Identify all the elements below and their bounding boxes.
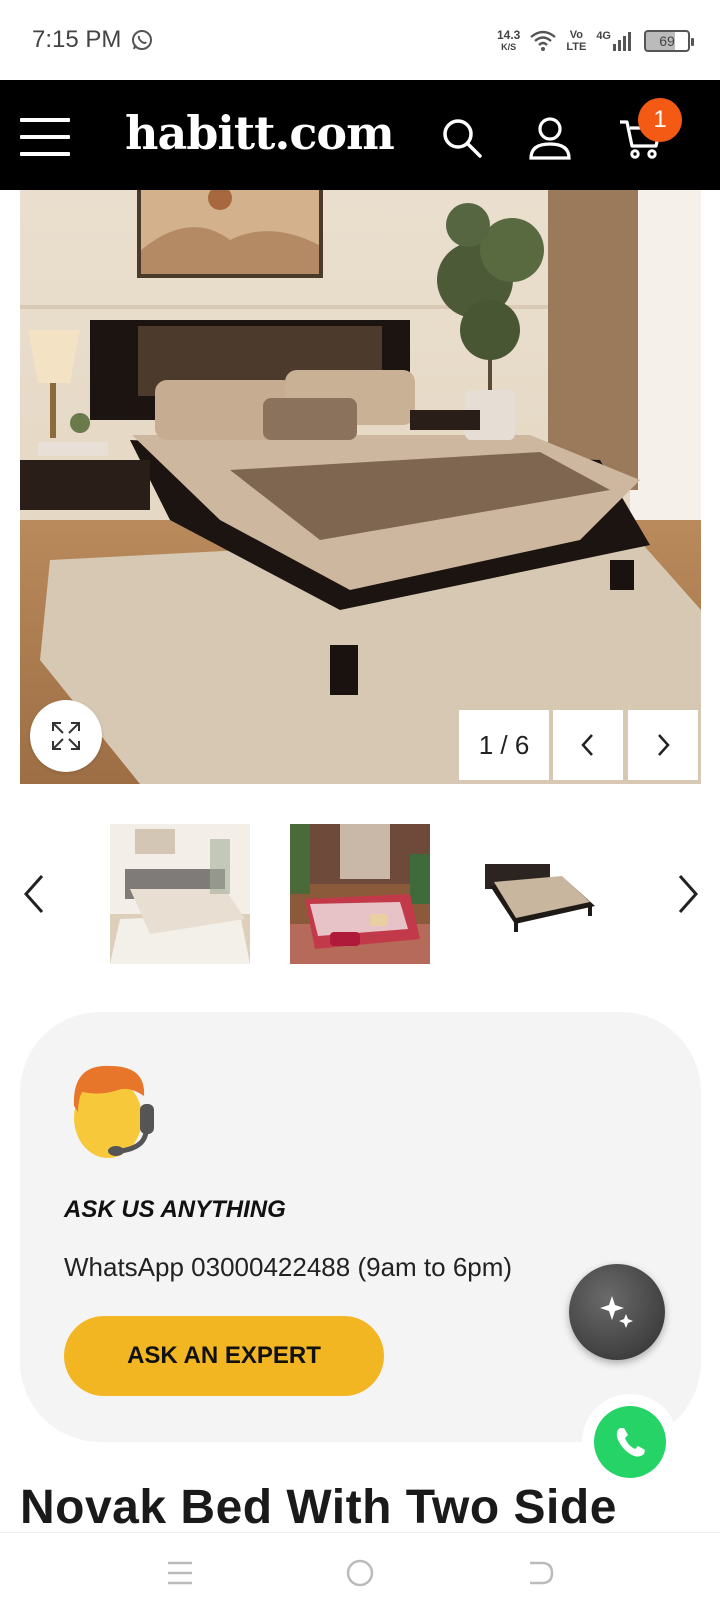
net-speed-unit: K/S bbox=[501, 42, 517, 52]
whatsapp-chat-button[interactable] bbox=[582, 1394, 678, 1490]
back-icon[interactable] bbox=[522, 1555, 558, 1591]
system-nav-bar bbox=[0, 1532, 720, 1612]
whatsapp-icon-circle bbox=[594, 1406, 666, 1478]
next-image-button[interactable] bbox=[628, 710, 698, 780]
battery-level: 69 bbox=[659, 33, 675, 49]
recent-apps-icon[interactable] bbox=[162, 1555, 198, 1591]
support-agent-icon bbox=[73, 1065, 154, 1158]
thumbnails-prev-button[interactable] bbox=[20, 872, 50, 916]
expand-image-button[interactable] bbox=[30, 700, 102, 772]
expand-icon bbox=[52, 722, 80, 750]
thumbnail-bed-frame bbox=[470, 824, 610, 964]
whatsapp-status-icon bbox=[132, 30, 152, 50]
thumbnail-bedroom-neutral bbox=[110, 824, 250, 964]
thumbnail-1[interactable] bbox=[110, 824, 250, 964]
user-icon[interactable] bbox=[528, 116, 572, 160]
menu-icon[interactable] bbox=[20, 118, 70, 156]
thumbnails-next-button[interactable] bbox=[672, 872, 702, 916]
wifi-icon bbox=[530, 30, 557, 51]
battery-icon: 69 bbox=[644, 30, 694, 52]
network-type: 4G bbox=[596, 30, 611, 42]
chevron-right-icon bbox=[658, 734, 670, 756]
status-bar: 7:15 PM 14.3 K/S Vo LTE 4G 69 bbox=[0, 0, 720, 80]
ask-card-title: ASK US ANYTHING bbox=[64, 1196, 286, 1223]
prev-image-button[interactable] bbox=[553, 710, 623, 780]
search-icon[interactable] bbox=[440, 116, 484, 160]
product-title: Novak Bed With Two Side bbox=[20, 1481, 617, 1534]
volte-top: Vo bbox=[569, 29, 583, 41]
signal-indicator: 4G bbox=[596, 30, 634, 52]
cart-count-badge: 1 bbox=[638, 98, 682, 142]
status-time: 7:15 PM bbox=[32, 26, 122, 53]
net-speed-value: 14.3 bbox=[496, 28, 521, 42]
thumbnail-bedroom-red bbox=[290, 824, 430, 964]
thumbnail-3[interactable] bbox=[470, 824, 610, 964]
whatsapp-contact-text[interactable]: WhatsApp 03000422488 (9am to 6pm) bbox=[64, 1252, 512, 1283]
site-header: habitt.com 1 bbox=[0, 80, 720, 190]
product-main-image[interactable] bbox=[20, 190, 701, 784]
home-icon[interactable] bbox=[342, 1555, 378, 1591]
signal-icon bbox=[613, 32, 631, 51]
chevron-left-icon bbox=[581, 734, 593, 756]
status-indicators: 14.3 K/S Vo LTE 4G 69 bbox=[497, 24, 694, 58]
ai-assistant-button[interactable] bbox=[569, 1264, 665, 1360]
site-logo[interactable]: habitt.com bbox=[125, 106, 395, 160]
ask-an-expert-button[interactable]: ASK AN EXPERT bbox=[64, 1316, 384, 1396]
thumbnail-2[interactable] bbox=[290, 824, 430, 964]
bedroom-photo bbox=[20, 190, 701, 784]
image-counter: 1 / 6 bbox=[459, 710, 549, 780]
sparkle-icon bbox=[600, 1296, 633, 1328]
whatsapp-icon bbox=[616, 1428, 645, 1457]
net-speed: 14.3 K/S bbox=[497, 29, 520, 53]
volte-indicator: Vo LTE bbox=[566, 29, 586, 53]
volte-bottom: LTE bbox=[566, 41, 587, 53]
